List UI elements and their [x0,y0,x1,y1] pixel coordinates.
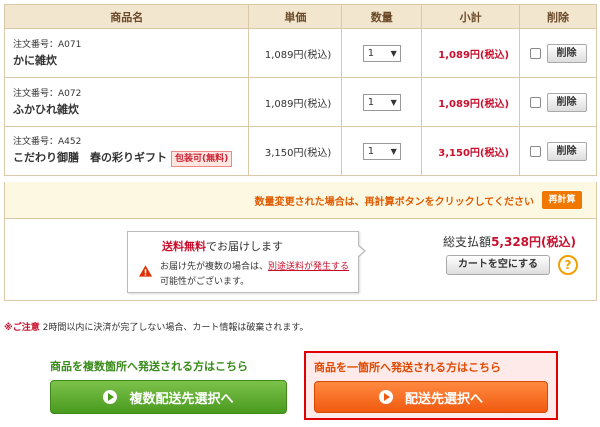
shipping-info-bubble: 送料無料でお届けします お届け先が複数の場合は、別途送料が発生する可能性がござい… [127,231,366,293]
cart-table: 商品名 単価 数量 小計 削除 注文番号：A071 かに雑炊 1,089円(税込… [3,4,597,176]
table-row: 注文番号：A071 かに雑炊 1,089円(税込) 1 ▼ 1,089円(税込) … [3,28,597,78]
qty-cell: 1 ▼ [341,77,423,127]
table-row: 注文番号：A452 こだわり御膳 春の彩りギフト 包装可(無料) 3,150円(税… [3,126,597,176]
order-number: 注文番号：A071 [13,40,82,50]
gift-wrap-badge: 包装可(無料) [171,151,233,167]
chevron-down-icon: ▼ [390,48,397,58]
warning-icon [138,265,153,277]
delete-cell: 削除 [519,126,597,176]
delete-button[interactable]: 削除 [546,92,587,112]
caution-note: ※ご注意 2時間以内に決済が完了しない場合、カート情報は破棄されます。 [4,323,309,333]
header-product-name: 商品名 [3,4,250,29]
table-row: 注文番号：A072 ふかひれ雑炊 1,089円(税込) 1 ▼ 1,089円(税込… [3,77,597,127]
delete-checkbox[interactable] [529,47,541,59]
subtotal: 1,089円(税込) [421,28,521,78]
quantity-select[interactable]: 1 ▼ [362,93,401,111]
shipping-note: お届け先が複数の場合は、別途送料が発生する可能性がございます。 [160,262,350,287]
recalc-button[interactable]: 再計算 [542,191,582,209]
single-shipping-button[interactable]: 配送先選択へ [314,381,548,413]
shipping-free-title: 送料無料でお届けします [162,240,283,253]
table-header-row: 商品名 単価 数量 小計 削除 [3,4,597,29]
quantity-select[interactable]: 1 ▼ [362,142,401,160]
chevron-down-icon: ▼ [390,97,397,107]
extra-shipping-link[interactable]: 別途送料が発生する [268,262,349,272]
bubble-tail [357,244,366,258]
subtotal: 1,089円(税込) [421,77,521,127]
play-icon [378,390,393,404]
header-unit-price: 単価 [248,4,343,29]
unit-price: 1,089円(税込) [248,28,343,78]
cart-summary: 送料無料でお届けします お届け先が複数の場合は、別途送料が発生する可能性がござい… [4,219,597,301]
delete-checkbox[interactable] [529,145,541,157]
total-amount: 総支払額5,328円(税込) [443,235,576,249]
delete-button[interactable]: 削除 [546,43,587,63]
qty-cell: 1 ▼ [341,28,423,78]
empty-cart-button[interactable]: カートを空にする [446,255,550,275]
header-subtotal: 小計 [421,4,521,29]
quantity-select[interactable]: 1 ▼ [362,44,401,62]
multi-shipping-button[interactable]: 複数配送先選択へ [50,380,287,414]
product-name: ふかひれ雑炊 [13,103,79,116]
header-delete: 削除 [519,4,597,29]
order-number: 注文番号：A452 [13,137,82,147]
recalc-notice-text: 数量変更された場合は、再計算ボタンをクリックしてください [254,197,534,208]
multi-shipping-label: 商品を複数箇所へ発送される方はこちら [50,360,248,373]
delete-cell: 削除 [519,28,597,78]
unit-price: 3,150円(税込) [248,126,343,176]
delete-cell: 削除 [519,77,597,127]
qty-cell: 1 ▼ [341,126,423,176]
header-quantity: 数量 [341,4,423,29]
order-number: 注文番号：A072 [13,89,82,99]
subtotal: 3,150円(税込) [421,126,521,176]
single-shipping-label: 商品を一箇所へ発送される方はこちら [314,361,501,374]
play-icon [103,390,118,404]
delete-checkbox[interactable] [529,96,541,108]
product-name: こだわり御膳 春の彩りギフト [13,151,167,164]
help-icon[interactable]: ? [558,255,578,275]
product-cell: 注文番号：A072 ふかひれ雑炊 [3,77,250,127]
single-shipping-box: 商品を一箇所へ発送される方はこちら 配送先選択へ [304,351,558,420]
product-cell: 注文番号：A071 かに雑炊 [3,28,250,78]
unit-price: 1,089円(税込) [248,77,343,127]
chevron-down-icon: ▼ [390,146,397,156]
recalc-notice-row: 数量変更された場合は、再計算ボタンをクリックしてください 再計算 [4,182,597,219]
product-name: かに雑炊 [13,54,57,67]
delete-button[interactable]: 削除 [546,141,587,161]
product-cell: 注文番号：A452 こだわり御膳 春の彩りギフト 包装可(無料) [3,126,250,176]
